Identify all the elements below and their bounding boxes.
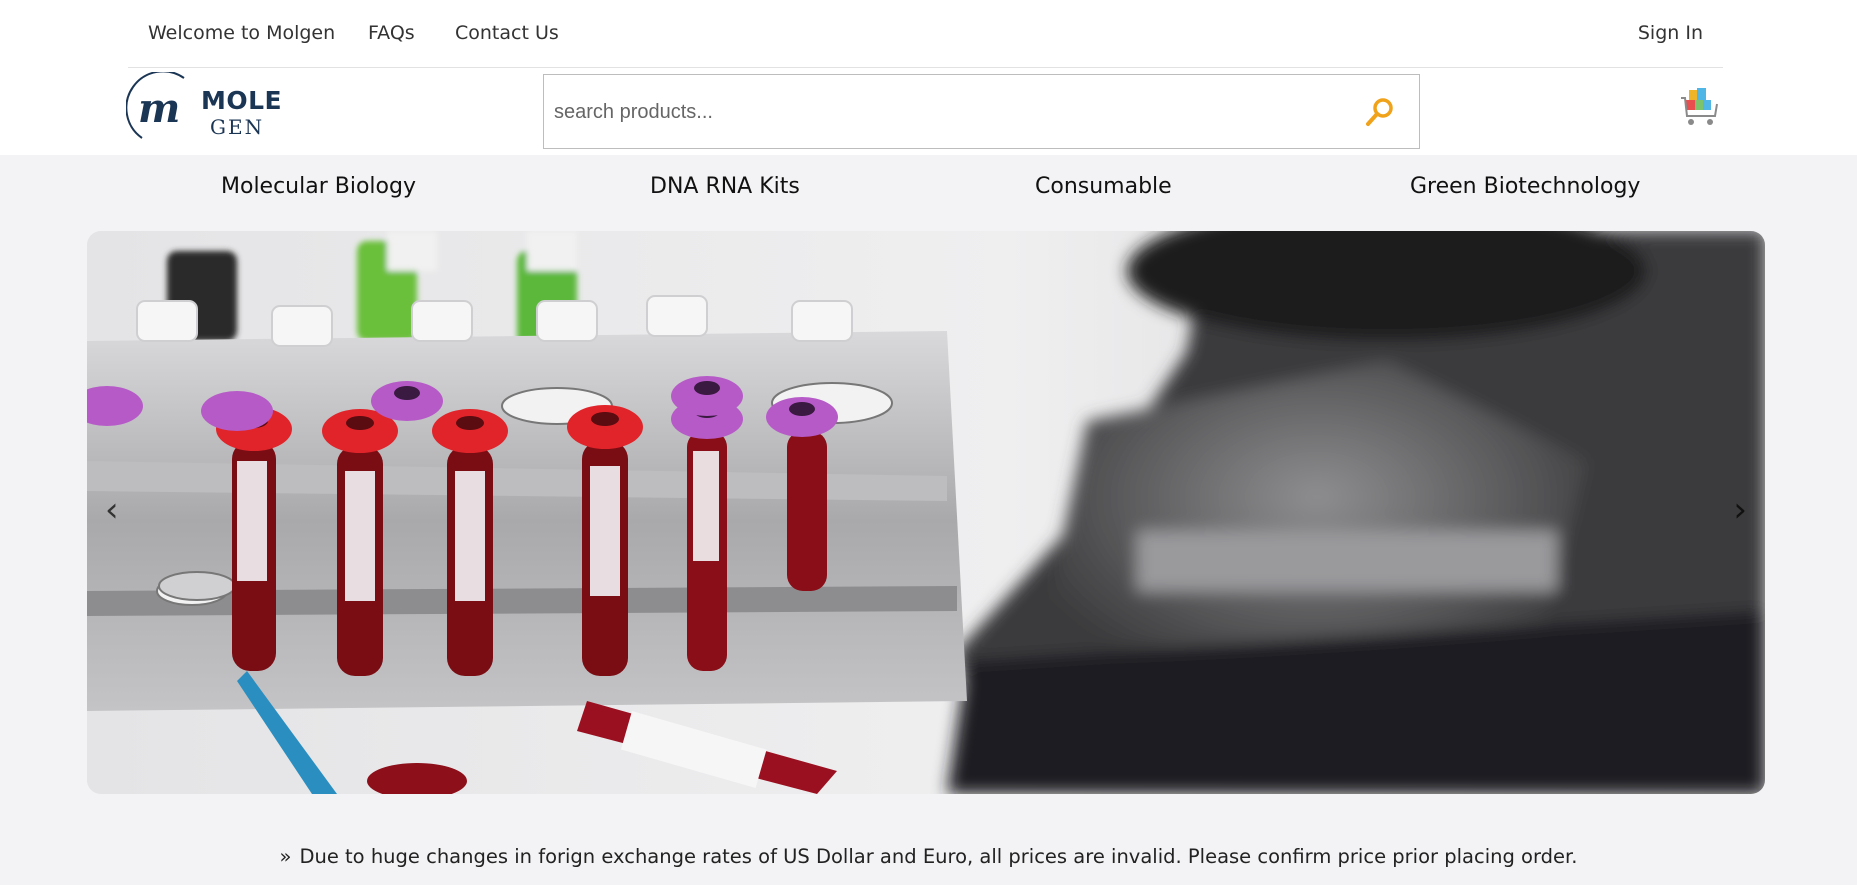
category-consumable[interactable]: Consumable xyxy=(1035,174,1172,199)
carousel-prev-button[interactable]: ‹ xyxy=(105,493,119,527)
category-nav: Molecular Biology DNA RNA Kits Consumabl… xyxy=(0,155,1857,220)
search-input[interactable] xyxy=(554,95,1334,129)
carousel-next-button[interactable]: › xyxy=(1733,493,1747,527)
category-green-biotechnology[interactable]: Green Biotechnology xyxy=(1410,174,1640,199)
top-bar: Welcome to Molgen FAQs Contact Us Sign I… xyxy=(128,0,1723,68)
sign-in-link[interactable]: Sign In xyxy=(1638,22,1703,44)
logo-text-gen: GEN xyxy=(210,115,265,139)
site-logo[interactable]: m MOLE GEN xyxy=(126,72,286,144)
logo-text-mole: MOLE xyxy=(201,86,283,115)
logo-mark-icon: m xyxy=(126,72,185,139)
search-icon[interactable] xyxy=(1363,95,1397,129)
faqs-link[interactable]: FAQs xyxy=(368,22,415,44)
cart-icon[interactable] xyxy=(1679,86,1719,130)
svg-text:m: m xyxy=(138,85,180,132)
contact-us-link[interactable]: Contact Us xyxy=(455,22,559,44)
price-notice-text: Due to huge changes in forign exchange r… xyxy=(299,845,1578,868)
category-dna-rna-kits[interactable]: DNA RNA Kits xyxy=(650,174,800,199)
category-molecular-biology[interactable]: Molecular Biology xyxy=(221,174,416,199)
hero-carousel[interactable]: ‹ › xyxy=(87,231,1765,794)
hero-image xyxy=(87,231,1765,794)
price-notice: » Due to huge changes in forign exchange … xyxy=(0,845,1857,868)
search-box xyxy=(543,74,1420,149)
chevron-right-icon: » xyxy=(279,845,292,868)
welcome-link[interactable]: Welcome to Molgen xyxy=(148,22,335,44)
